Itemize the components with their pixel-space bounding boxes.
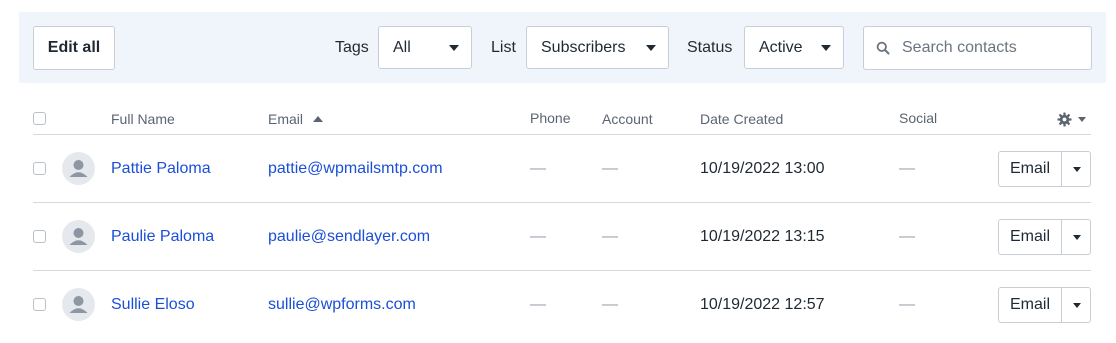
email-button[interactable]: Email [999, 152, 1062, 186]
avatar [62, 220, 95, 253]
column-settings-button[interactable] [1057, 109, 1093, 129]
table-row: Pattie Paloma pattie@wpmailsmtp.com — — … [33, 135, 1091, 203]
table-row: Paulie Paloma paulie@sendlayer.com — — 1… [33, 203, 1091, 271]
tags-filter-value: All [393, 38, 411, 56]
email-options-toggle[interactable] [1062, 220, 1090, 254]
phone-value: — [530, 228, 546, 245]
date-created-value: 10/19/2022 13:15 [700, 228, 825, 245]
gear-icon [1057, 111, 1072, 127]
email-split-button: Email [998, 151, 1091, 187]
chevron-down-icon [1073, 235, 1081, 240]
contact-name-link[interactable]: Sullie Eloso [111, 296, 195, 314]
person-icon [69, 296, 88, 313]
date-created-value: 10/19/2022 12:57 [700, 296, 825, 313]
column-header-account[interactable]: Account [602, 111, 653, 127]
row-checkbox[interactable] [33, 230, 46, 243]
status-filter-value: Active [759, 38, 803, 56]
column-header-email[interactable]: Email [268, 111, 324, 127]
search-input[interactable] [902, 28, 1087, 68]
chevron-down-icon [1073, 167, 1081, 172]
column-header-social[interactable]: Social [899, 110, 937, 126]
email-split-button: Email [998, 287, 1091, 323]
chevron-down-icon [449, 44, 459, 51]
email-button[interactable]: Email [999, 220, 1062, 254]
avatar [62, 152, 95, 185]
account-value: — [602, 296, 618, 313]
edit-all-button[interactable]: Edit all [33, 26, 115, 70]
contact-email-link[interactable]: paulie@sendlayer.com [268, 228, 430, 246]
phone-value: — [530, 160, 546, 177]
chevron-down-icon [1078, 116, 1086, 122]
search-box [863, 26, 1092, 70]
email-options-toggle[interactable] [1062, 152, 1090, 186]
contact-name-link[interactable]: Paulie Paloma [111, 228, 214, 246]
chevron-down-icon [1073, 303, 1081, 308]
contact-email-link[interactable]: pattie@wpmailsmtp.com [268, 160, 443, 178]
account-value: — [602, 160, 618, 177]
row-checkbox[interactable] [33, 298, 46, 311]
account-value: — [602, 228, 618, 245]
table-row: Sullie Eloso sullie@wpforms.com — — 10/1… [33, 271, 1091, 339]
email-button[interactable]: Email [999, 288, 1062, 322]
chevron-down-icon [646, 44, 656, 51]
status-filter-select[interactable]: Active [744, 26, 844, 69]
row-checkbox[interactable] [33, 162, 46, 175]
column-header-full-name[interactable]: Full Name [111, 111, 175, 127]
social-value: — [899, 160, 915, 177]
column-header-phone[interactable]: Phone [530, 110, 570, 126]
social-value: — [899, 296, 915, 313]
date-created-value: 10/19/2022 13:00 [700, 160, 825, 177]
person-icon [69, 160, 88, 177]
phone-value: — [530, 296, 546, 313]
select-all-checkbox[interactable] [33, 112, 46, 125]
list-filter-value: Subscribers [541, 38, 626, 56]
contact-email-link[interactable]: sullie@wpforms.com [268, 296, 416, 314]
tags-filter-label: Tags [335, 39, 369, 56]
column-header-email-label: Email [268, 111, 304, 127]
search-icon [864, 41, 902, 55]
list-filter-select[interactable]: Subscribers [526, 26, 669, 69]
email-split-button: Email [998, 219, 1091, 255]
avatar [62, 288, 95, 321]
status-filter-label: Status [687, 39, 733, 56]
social-value: — [899, 228, 915, 245]
table-header: Full Name Email Phone Account Date Creat… [33, 100, 1091, 135]
tags-filter-select[interactable]: All [378, 26, 472, 69]
email-options-toggle[interactable] [1062, 288, 1090, 322]
list-filter-label: List [491, 39, 516, 56]
chevron-down-icon [821, 44, 831, 51]
filter-toolbar: Edit all Tags All List Subscribers Statu… [19, 12, 1106, 83]
person-icon [69, 228, 88, 245]
contact-name-link[interactable]: Pattie Paloma [111, 160, 211, 178]
sort-ascending-icon [313, 116, 324, 122]
column-header-date-created[interactable]: Date Created [700, 111, 783, 127]
